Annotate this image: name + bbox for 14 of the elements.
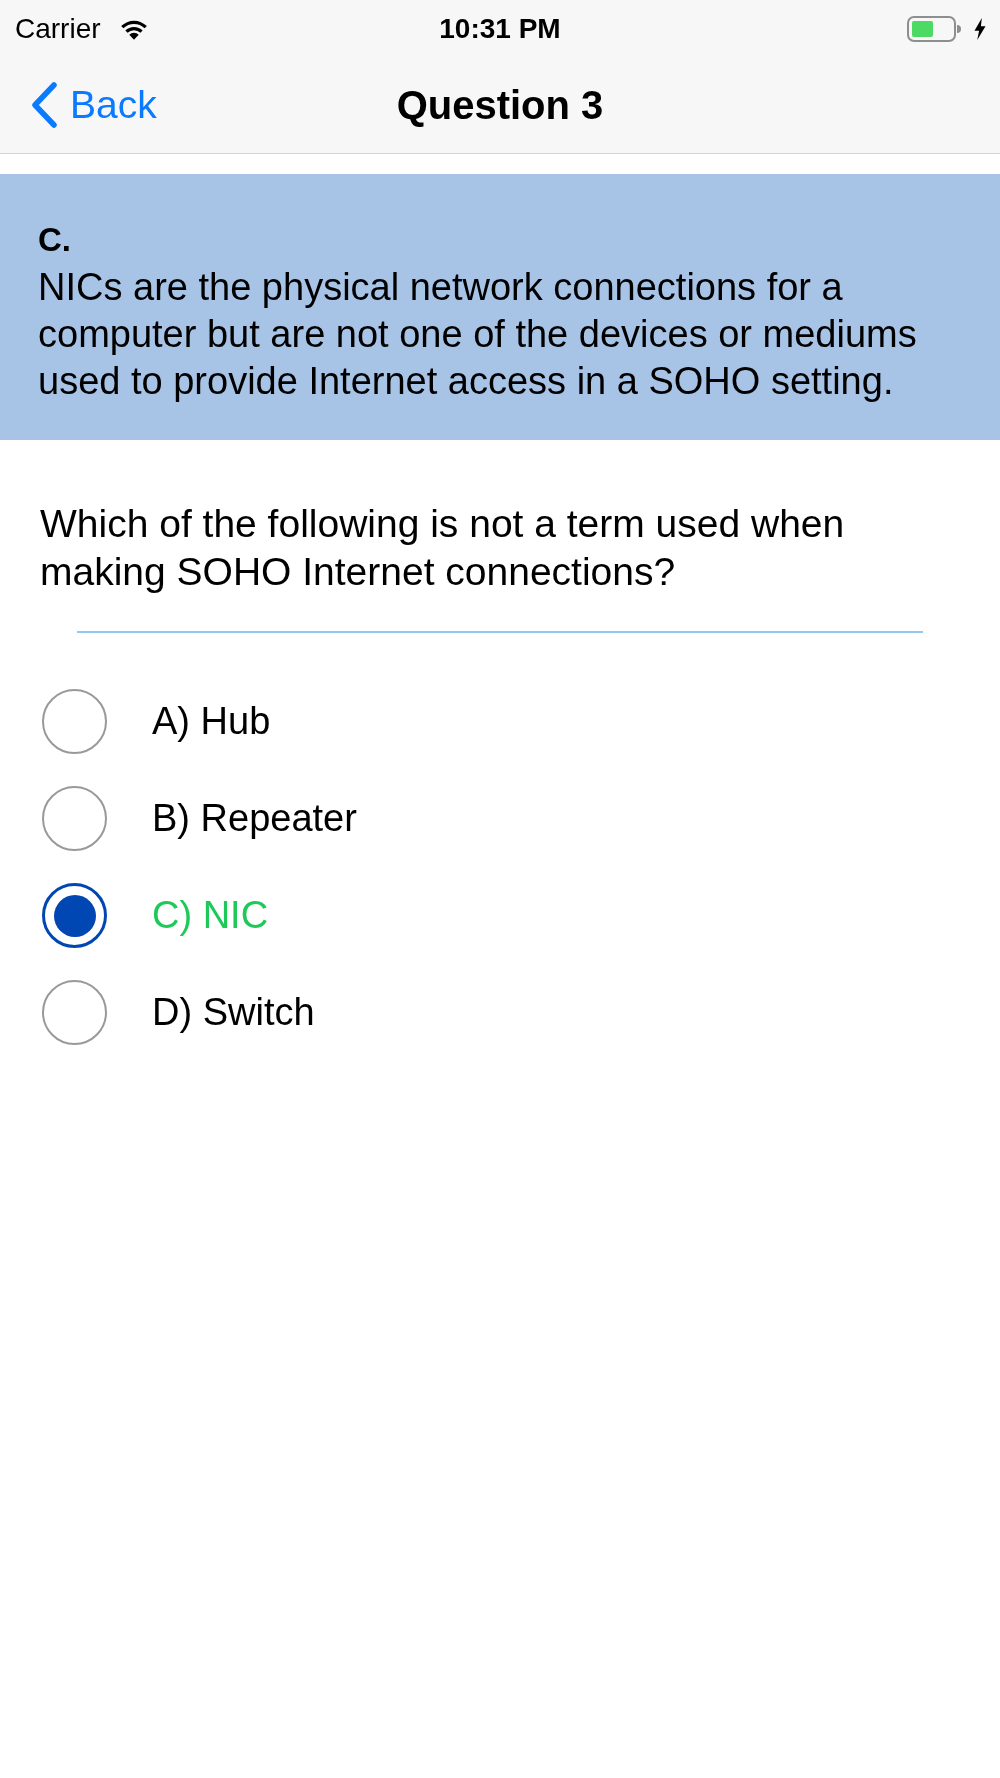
option-label: A) Hub	[152, 700, 271, 743]
answer-letter: C.	[38, 220, 72, 260]
explanation-text: NICs are the physical network connections for a computer but are not one of the devices or mediums used to provide Internet access in a SOHO setting.	[38, 265, 918, 404]
nav-title: Question 3	[396, 82, 604, 128]
battery-icon	[906, 15, 962, 42]
option-label: B) Repeater	[152, 797, 357, 840]
charging-bolt-icon	[974, 17, 986, 40]
chevron-left-icon	[30, 82, 58, 128]
carrier-name: Carrier	[15, 12, 101, 45]
option-label: C) NIC	[152, 894, 269, 937]
question-text: Which of the following is not a term used when making SOHO Internet connections?	[39, 501, 846, 595]
status-time: 10:31 PM	[439, 12, 561, 45]
option-label: D) Switch	[152, 991, 315, 1034]
back-button[interactable]: Back	[30, 82, 157, 128]
